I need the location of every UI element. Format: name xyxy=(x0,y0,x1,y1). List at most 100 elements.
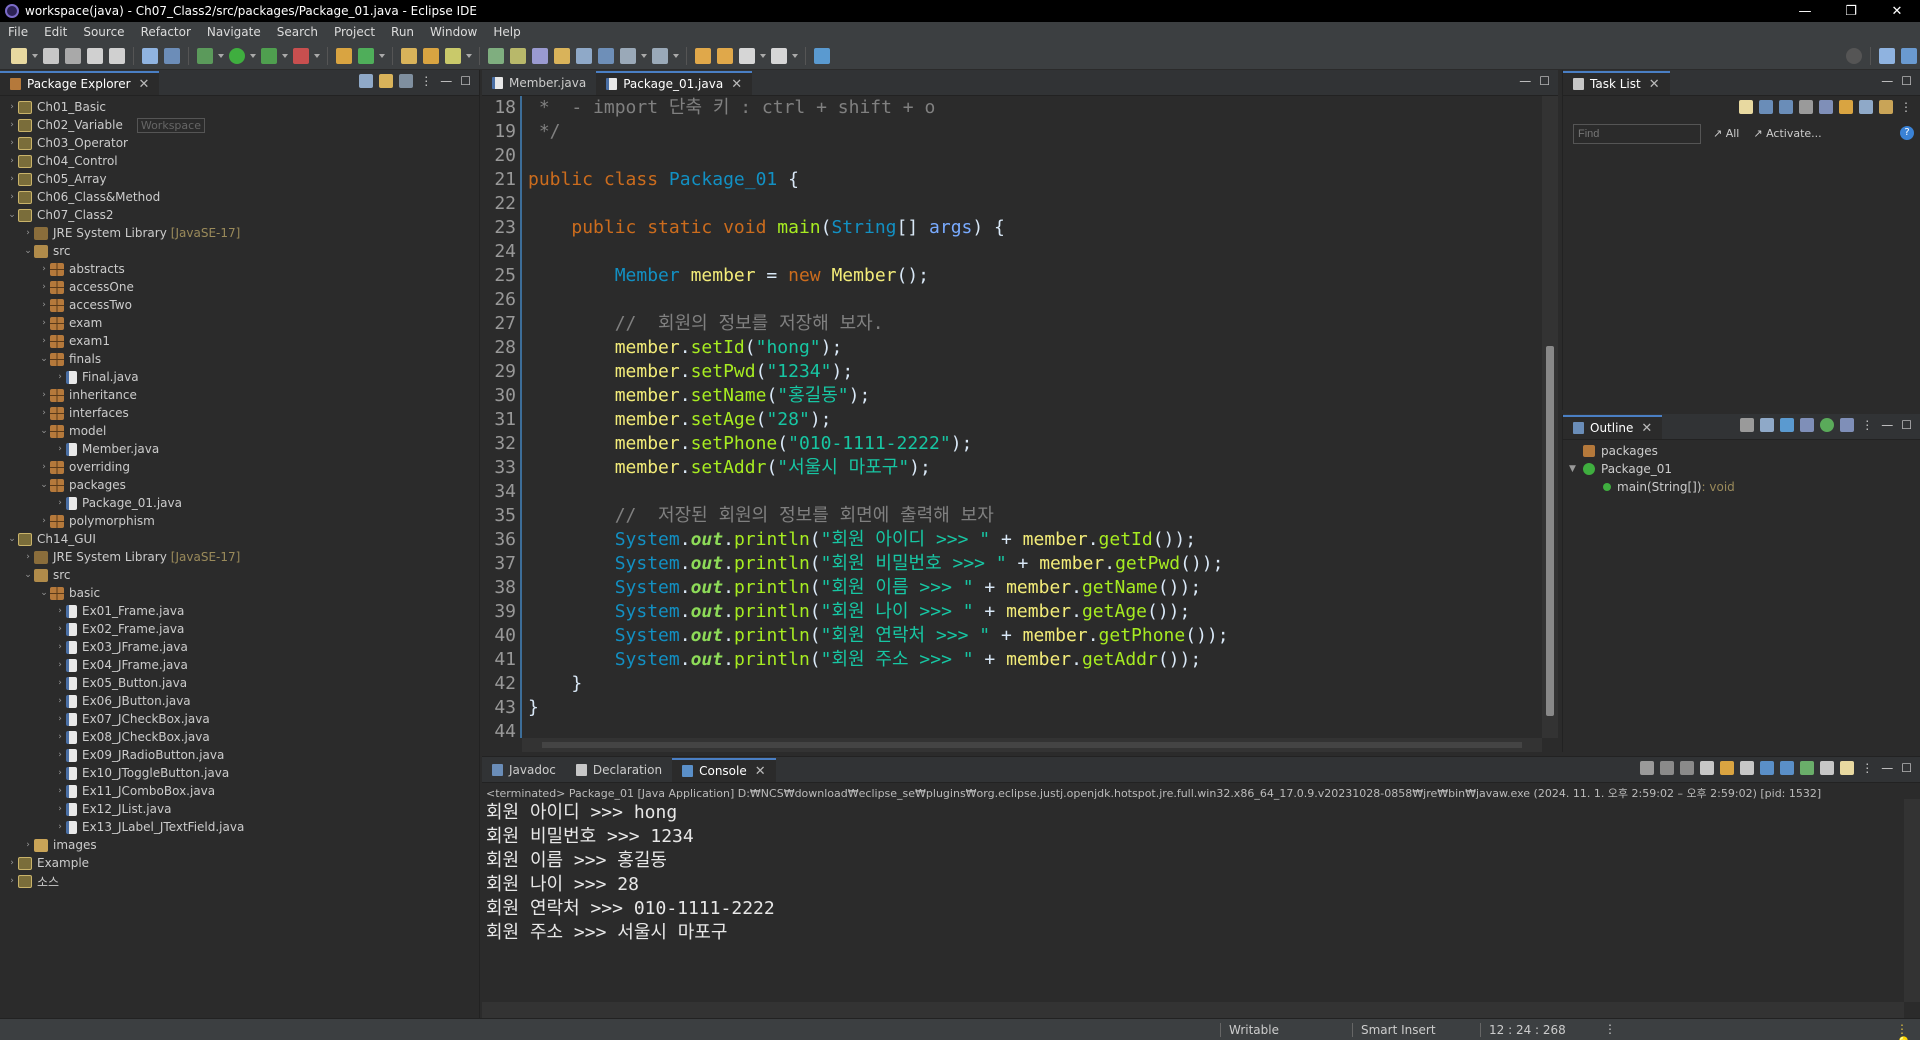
filter-icon[interactable] xyxy=(399,74,414,88)
show-whitespace-icon[interactable] xyxy=(576,47,592,64)
forward-dropdown-icon[interactable] xyxy=(792,53,798,58)
close-icon[interactable]: ✕ xyxy=(755,764,766,779)
next-annotation-dropdown-icon[interactable] xyxy=(641,53,647,58)
view-menu-icon[interactable]: ⋮ xyxy=(1900,100,1912,114)
tab-javadoc[interactable]: Javadoc xyxy=(482,758,566,782)
scheduled-icon[interactable] xyxy=(1779,100,1793,114)
hide-completed-icon[interactable] xyxy=(1799,100,1813,114)
remove-launch-icon[interactable] xyxy=(1660,761,1675,775)
hide-fields-icon[interactable] xyxy=(1780,418,1795,432)
tree-item[interactable]: ⌄ src xyxy=(0,242,479,260)
pin-editor-icon[interactable] xyxy=(814,47,830,64)
tree-item[interactable]: ⌄ packages xyxy=(0,476,479,494)
chevron-right-icon[interactable]: › xyxy=(6,102,18,112)
chevron-right-icon[interactable]: › xyxy=(6,174,18,184)
tree-item[interactable]: › inheritance xyxy=(0,386,479,404)
tree-item[interactable]: › Ex02_Frame.java xyxy=(0,620,479,638)
block-selection-icon[interactable] xyxy=(532,47,548,64)
chevron-right-icon[interactable]: › xyxy=(6,156,18,166)
chevron-right-icon[interactable]: › xyxy=(54,660,66,670)
chevron-right-icon[interactable]: › xyxy=(54,750,66,760)
java-perspective-icon[interactable] xyxy=(1901,47,1917,64)
tree-item[interactable]: › Ex01_Frame.java xyxy=(0,602,479,620)
close-window-button[interactable]: ✕ xyxy=(1874,4,1920,19)
all-link[interactable]: ↗ All xyxy=(1713,127,1739,140)
notification-icon[interactable]: ⋮💡 xyxy=(1896,1022,1920,1040)
tree-item[interactable]: › JRE System Library [JavaSE-17] xyxy=(0,224,479,242)
pin-console-icon[interactable] xyxy=(1800,761,1815,775)
code-line[interactable]: 19 */ xyxy=(482,120,1542,144)
tab-package-01-java[interactable]: Package_01.java ✕ xyxy=(596,71,753,95)
tree-item[interactable]: ⌄ finals xyxy=(0,350,479,368)
maximize-view-icon[interactable]: ☐ xyxy=(1539,74,1550,88)
maximize-view-icon[interactable]: ☐ xyxy=(1901,761,1912,775)
code-line[interactable]: 23 public static void main(String[] args… xyxy=(482,216,1542,240)
code-line[interactable]: 39 System.out.println("회원 나이 >>> " + mem… xyxy=(482,600,1542,624)
tree-item[interactable]: ⌄ Ch14_GUI xyxy=(0,530,479,548)
open-console-icon[interactable] xyxy=(1840,761,1855,775)
tree-item[interactable]: › Ch01_Basic xyxy=(0,98,479,116)
task-find-input[interactable] xyxy=(1573,124,1701,144)
code-line[interactable]: 35 // 저장된 회원의 정보를 회면에 출력해 보자 xyxy=(482,504,1542,528)
collapse-all-icon[interactable] xyxy=(1859,100,1873,114)
status-menu-icon[interactable]: ⋮ xyxy=(1604,1022,1616,1036)
chevron-down-icon[interactable]: ⌄ xyxy=(22,570,34,580)
chevron-right-icon[interactable]: › xyxy=(6,192,18,202)
tree-item[interactable]: › overriding xyxy=(0,458,479,476)
code-line[interactable]: 22 xyxy=(482,192,1542,216)
run-icon[interactable] xyxy=(229,47,245,64)
outline-item-packages[interactable]: packages xyxy=(1569,442,1735,460)
maximize-button[interactable]: ❐ xyxy=(1828,4,1874,19)
chevron-down-icon[interactable]: ▼ xyxy=(1569,464,1583,474)
open-type-icon[interactable] xyxy=(401,47,417,64)
view-menu-icon[interactable]: ⋮ xyxy=(1861,761,1873,775)
code-line[interactable]: 34 xyxy=(482,480,1542,504)
chevron-right-icon[interactable]: › xyxy=(38,300,50,310)
view-menu-icon[interactable]: ⋮ xyxy=(420,74,432,88)
forward-icon[interactable] xyxy=(771,47,787,64)
code-line[interactable]: 18 * - import 단축 키 : ctrl + shift + o xyxy=(482,96,1542,120)
back-icon[interactable] xyxy=(739,47,755,64)
external-tools-icon[interactable] xyxy=(293,47,309,64)
help-icon[interactable]: ? xyxy=(1900,126,1914,140)
tree-item[interactable]: › Ch02_Variable Workspace xyxy=(0,116,479,134)
chevron-right-icon[interactable]: › xyxy=(54,822,66,832)
debug-dropdown-icon[interactable] xyxy=(218,53,224,58)
chevron-right-icon[interactable]: › xyxy=(54,678,66,688)
tree-item[interactable]: ⌄ basic xyxy=(0,584,479,602)
minimize-view-icon[interactable]: — xyxy=(1881,418,1893,432)
code-line[interactable]: 29 member.setPwd("1234"); xyxy=(482,360,1542,384)
scrollbar-thumb[interactable] xyxy=(542,742,1522,748)
open-perspective-icon[interactable] xyxy=(1879,47,1895,64)
chevron-right-icon[interactable]: › xyxy=(54,372,66,382)
chevron-right-icon[interactable]: › xyxy=(38,408,50,418)
remove-all-icon[interactable] xyxy=(1680,761,1695,775)
tree-item[interactable]: › accessOne xyxy=(0,278,479,296)
tree-item[interactable]: › Member.java xyxy=(0,440,479,458)
code-line[interactable]: 27 // 회원의 정보를 저장해 보자. xyxy=(482,312,1542,336)
prev-annotation-dropdown-icon[interactable] xyxy=(673,53,679,58)
editor-horizontal-scrollbar[interactable] xyxy=(522,738,1542,752)
tree-item[interactable]: ⌄ src xyxy=(0,566,479,584)
pilcrow-icon[interactable] xyxy=(598,47,614,64)
menu-source[interactable]: Source xyxy=(75,25,132,39)
chevron-right-icon[interactable]: › xyxy=(54,732,66,742)
new-dropdown-icon[interactable] xyxy=(32,53,38,58)
code-line[interactable]: 30 member.setName("홍길동"); xyxy=(482,384,1542,408)
tab-package-explorer[interactable]: Package Explorer ✕ xyxy=(0,71,160,95)
code-line[interactable]: 32 member.setPhone("010-1111-2222"); xyxy=(482,432,1542,456)
chevron-right-icon[interactable]: › xyxy=(54,804,66,814)
chevron-right-icon[interactable]: › xyxy=(38,318,50,328)
chevron-right-icon[interactable]: › xyxy=(6,120,18,130)
chevron-right-icon[interactable]: › xyxy=(38,336,50,346)
forward-edit-icon[interactable] xyxy=(717,47,733,64)
code-line[interactable]: 25 Member member = new Member(); xyxy=(482,264,1542,288)
chevron-right-icon[interactable]: › xyxy=(22,552,34,562)
tree-item[interactable]: › Ex10_JToggleButton.java xyxy=(0,764,479,782)
minimize-button[interactable]: — xyxy=(1782,4,1828,19)
chevron-right-icon[interactable]: › xyxy=(38,462,50,472)
outline-item-class[interactable]: ▼ Package_01 xyxy=(1569,460,1735,478)
tree-item[interactable]: › exam xyxy=(0,314,479,332)
chevron-right-icon[interactable]: › xyxy=(54,768,66,778)
new-icon[interactable] xyxy=(11,47,27,64)
